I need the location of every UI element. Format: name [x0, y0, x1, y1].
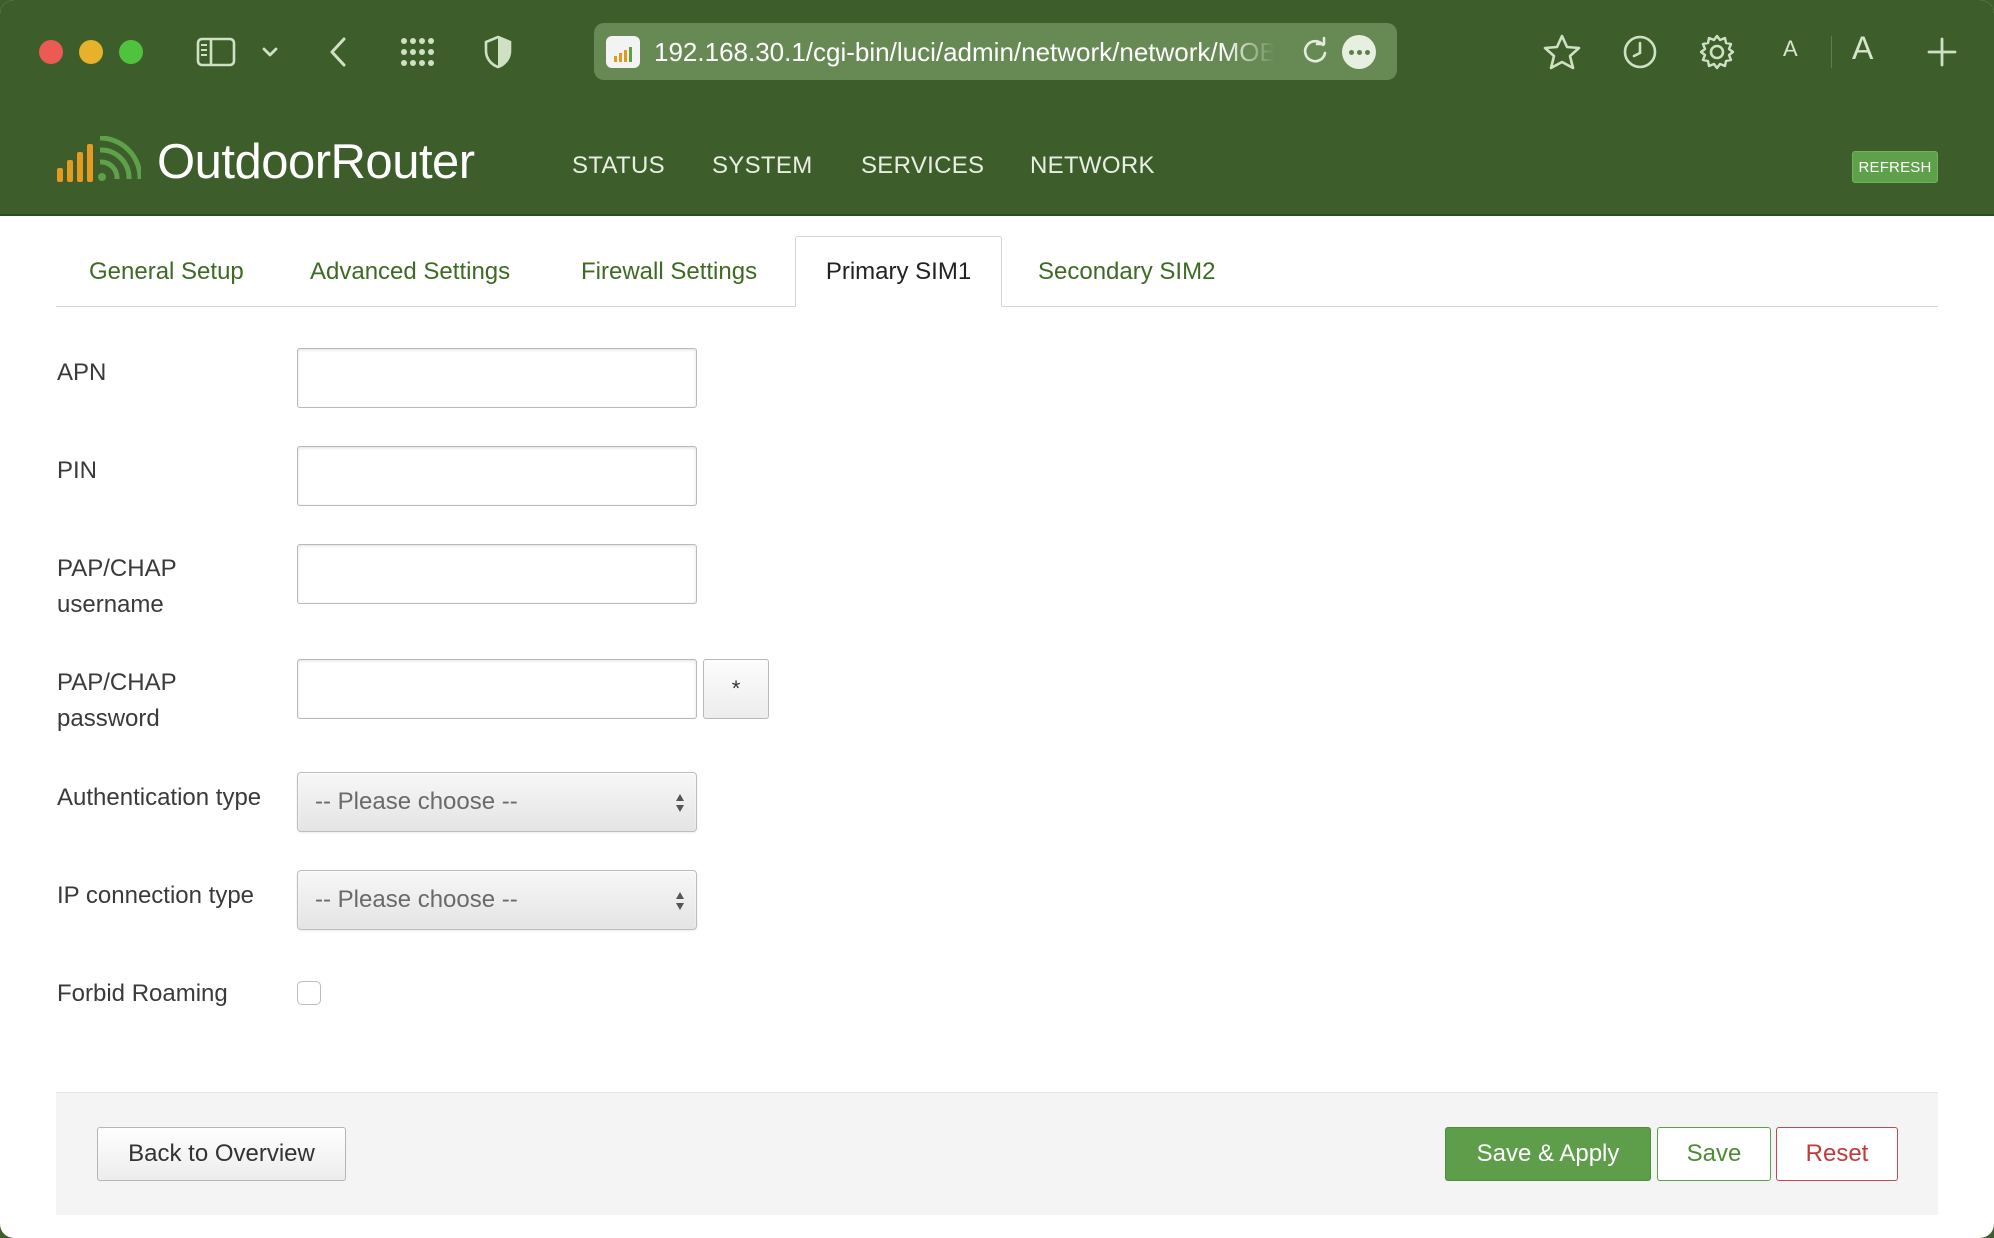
settings-gear-icon[interactable]: [1697, 28, 1737, 76]
tab-firewall-settings[interactable]: Firewall Settings: [581, 236, 757, 307]
site-favicon-icon: [606, 36, 640, 68]
bookmark-star-icon[interactable]: [1542, 28, 1582, 76]
nav-services[interactable]: SERVICES: [861, 152, 984, 180]
auth-type-select[interactable]: -- Please choose --: [297, 772, 697, 832]
reload-icon[interactable]: [1299, 36, 1331, 73]
zoom-window-button[interactable]: [119, 40, 143, 64]
forbid-roaming-checkbox[interactable]: [297, 981, 321, 1005]
ip-type-selected-value: -- Please choose --: [315, 886, 518, 913]
new-tab-plus-icon[interactable]: [1924, 28, 1960, 76]
increase-font-button[interactable]: A: [1852, 30, 1873, 67]
reset-button[interactable]: Reset: [1776, 1127, 1898, 1181]
auth-type-selected-value: -- Please choose --: [315, 788, 518, 815]
wifi-waves-logo-icon: [98, 136, 141, 181]
password-input[interactable]: [297, 659, 697, 719]
select-arrows-icon: [676, 794, 684, 812]
form-actions-bar: Back to Overview Save & Apply Save Reset: [56, 1092, 1938, 1215]
username-label-line2: username: [57, 591, 164, 618]
tab-overview-grid-icon[interactable]: [399, 28, 439, 76]
browser-window: 192.168.30.1/cgi-bin/luci/admin/network/…: [0, 0, 1994, 1238]
username-input[interactable]: [297, 544, 697, 604]
apn-label: APN: [57, 359, 107, 386]
minimize-window-button[interactable]: [79, 40, 103, 64]
decrease-font-button[interactable]: A: [1783, 36, 1798, 62]
reveal-password-button[interactable]: *: [703, 659, 769, 719]
nav-status[interactable]: STATUS: [572, 152, 665, 180]
app-header: OutdoorRouter STATUS SYSTEM SERVICES NET…: [0, 104, 1994, 216]
browser-toolbar: 192.168.30.1/cgi-bin/luci/admin/network/…: [0, 0, 1994, 104]
url-text[interactable]: 192.168.30.1/cgi-bin/luci/admin/network/…: [654, 37, 1274, 67]
sidebar-toggle-icon[interactable]: [194, 28, 238, 76]
brand-name[interactable]: OutdoorRouter: [157, 134, 475, 190]
address-bar[interactable]: 192.168.30.1/cgi-bin/luci/admin/network/…: [594, 23, 1397, 80]
select-arrows-icon: [676, 892, 684, 910]
tab-general-setup[interactable]: General Setup: [89, 236, 244, 307]
back-to-overview-button[interactable]: Back to Overview: [97, 1127, 346, 1181]
refresh-button[interactable]: REFRESH: [1852, 151, 1938, 183]
history-clock-icon[interactable]: [1621, 28, 1659, 76]
ip-type-select[interactable]: -- Please choose --: [297, 870, 697, 930]
save-and-apply-button[interactable]: Save & Apply: [1445, 1127, 1651, 1181]
nav-system[interactable]: SYSTEM: [712, 152, 812, 180]
ip-type-label: IP connection type: [57, 882, 255, 909]
close-window-button[interactable]: [39, 40, 63, 64]
username-label-line1: PAP/CHAP: [57, 555, 177, 582]
chevron-down-icon[interactable]: [258, 28, 282, 76]
nav-network[interactable]: NETWORK: [1030, 152, 1155, 180]
forbid-roaming-label: Forbid Roaming: [57, 980, 228, 1007]
auth-type-label: Authentication type: [57, 784, 262, 811]
save-button[interactable]: Save: [1657, 1127, 1771, 1181]
password-label-line1: PAP/CHAP: [57, 669, 177, 696]
signal-bars-logo-icon: [57, 142, 93, 182]
back-arrow-icon[interactable]: [322, 28, 354, 76]
tab-primary-sim1[interactable]: Primary SIM1: [795, 236, 1002, 307]
toolbar-divider: [1831, 36, 1832, 68]
pin-input[interactable]: [297, 446, 697, 506]
shield-icon[interactable]: [482, 28, 514, 76]
password-label-line2: password: [57, 705, 160, 732]
apn-input[interactable]: [297, 348, 697, 408]
pin-label: PIN: [57, 457, 98, 484]
tab-advanced-settings[interactable]: Advanced Settings: [310, 236, 510, 307]
page-options-icon[interactable]: [1342, 35, 1376, 69]
tab-secondary-sim2[interactable]: Secondary SIM2: [1038, 236, 1215, 307]
